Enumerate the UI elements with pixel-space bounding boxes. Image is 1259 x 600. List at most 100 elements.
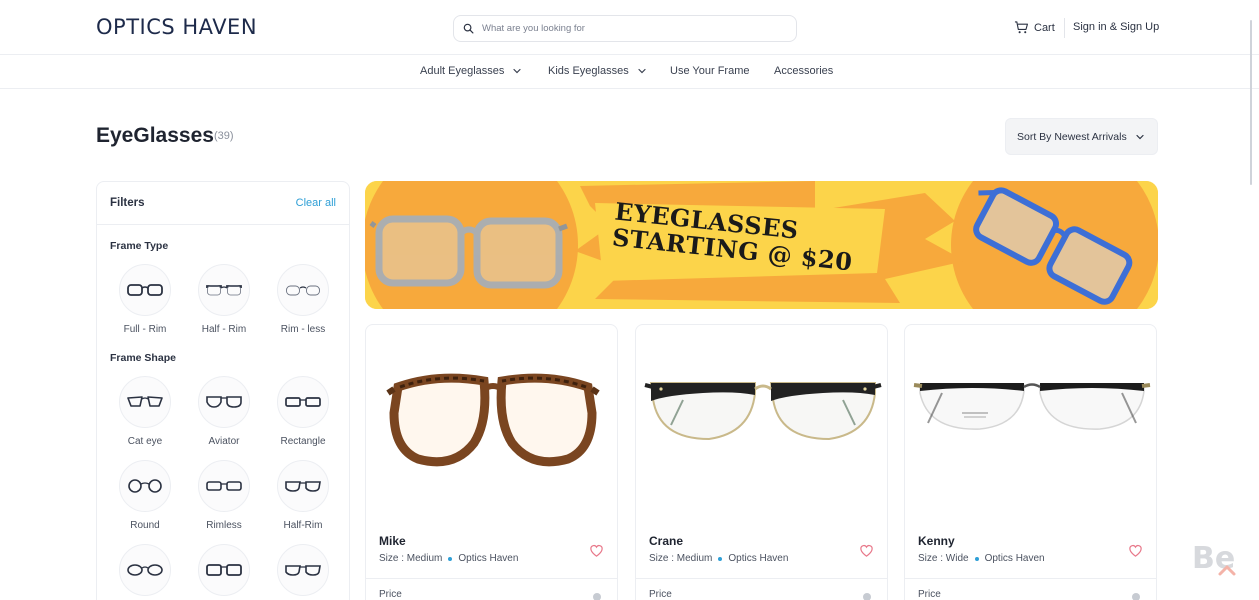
product-brand: Optics Haven <box>728 553 789 564</box>
frame-shape-title: Frame Shape <box>110 352 176 364</box>
frame-icon-container <box>119 264 171 316</box>
product-size: Size : Medium <box>649 553 713 564</box>
filter-option-more-3[interactable] <box>268 544 338 596</box>
clear-all-link[interactable]: Clear all <box>296 197 336 209</box>
frame-icon-container <box>198 376 250 428</box>
product-card[interactable]: Crane Size : Medium Optics Haven Price <box>635 324 888 600</box>
product-card[interactable]: Mike Size : Medium Optics Haven Price <box>365 324 618 600</box>
search-input[interactable] <box>482 23 782 34</box>
frame-icon-container <box>277 460 329 512</box>
page-scrollbar[interactable] <box>1250 20 1252 185</box>
chevron-down-icon <box>638 68 646 74</box>
product-meta: Size : Wide Optics Haven <box>918 553 1045 564</box>
signin-link[interactable]: Sign in & Sign Up <box>1073 21 1159 33</box>
sort-dropdown[interactable]: Sort By Newest Arrivals <box>1005 118 1158 155</box>
filters-title: Filters <box>110 197 145 209</box>
filter-option-label: Rimless <box>206 520 242 531</box>
chevron-down-icon <box>1136 134 1144 139</box>
filter-option-full-rim[interactable]: Full - Rim <box>110 264 180 335</box>
frame-icon-container <box>119 376 171 428</box>
frame-icon-container <box>119 544 171 596</box>
frame-icon-container <box>119 460 171 512</box>
rimless-frame-icon <box>286 285 320 296</box>
nav-item-label: Kids Eyeglasses <box>548 65 629 77</box>
product-image[interactable] <box>636 325 887 515</box>
filter-option-label: Cat eye <box>127 436 163 447</box>
oval-frame-icon <box>127 564 163 576</box>
filter-option-label: Half - Rim <box>201 324 247 335</box>
cart-label: Cart <box>1034 21 1055 34</box>
main-nav: Adult Eyeglasses Kids Eyeglasses Use You… <box>0 55 1259 89</box>
sort-label: Sort By Newest Arrivals <box>1017 130 1127 143</box>
cart-button[interactable]: Cart <box>1014 20 1055 35</box>
half-rim-glasses-image <box>913 383 1150 430</box>
price-label: Price <box>918 589 941 600</box>
filter-option-half-rim-shape[interactable]: Half-Rim <box>268 460 338 531</box>
product-name[interactable]: Mike <box>379 534 406 548</box>
price-info-icon <box>1132 593 1140 600</box>
page-title: EyeGlasses <box>96 124 214 147</box>
product-name[interactable]: Crane <box>649 534 683 548</box>
product-brand: Optics Haven <box>984 553 1045 564</box>
frame-icon-container <box>198 544 250 596</box>
separator-dot <box>448 556 453 561</box>
cat-eye-frame-icon <box>127 396 163 407</box>
nav-item-label: Accessories <box>774 65 834 77</box>
heart-icon[interactable] <box>1128 543 1143 558</box>
frame-icon-container <box>198 460 250 512</box>
price-info-icon <box>863 593 871 600</box>
half-rim-frame-icon <box>206 285 242 296</box>
separator-dot <box>974 556 979 561</box>
heart-icon[interactable] <box>589 543 604 558</box>
square-frame-icon <box>206 564 242 576</box>
price-label: Price <box>649 589 672 600</box>
filter-option-label: Half-Rim <box>283 520 323 531</box>
filter-option-rimless[interactable]: Rim - less <box>268 264 338 335</box>
product-count: (39) <box>214 130 234 142</box>
product-size: Size : Wide <box>918 553 969 564</box>
card-divider <box>366 578 617 579</box>
half-rim-shape-frame-icon <box>285 481 321 492</box>
separator-dot <box>718 556 723 561</box>
nav-item-label: Adult Eyeglasses <box>420 65 505 77</box>
round-frame-icon <box>128 479 162 493</box>
cart-icon <box>1014 21 1028 34</box>
product-brand: Optics Haven <box>458 553 519 564</box>
filter-option-rimless-shape[interactable]: Rimless <box>189 460 259 531</box>
product-image[interactable] <box>905 325 1156 515</box>
behance-watermark-logo: Be <box>1192 541 1236 576</box>
nav-item-accessories[interactable]: Accessories <box>774 65 833 77</box>
frame-icon-container <box>277 376 329 428</box>
search-bar[interactable] <box>453 15 797 42</box>
search-icon <box>463 23 474 34</box>
frame-icon-container <box>198 264 250 316</box>
site-logo[interactable]: OPTICS HAVEN <box>96 15 257 39</box>
filter-option-half-rim[interactable]: Half - Rim <box>189 264 259 335</box>
filter-option-label: Rectangle <box>280 436 326 447</box>
filter-option-round[interactable]: Round <box>110 460 180 531</box>
filter-option-rectangle[interactable]: Rectangle <box>268 376 338 447</box>
nav-item-use-your-frame[interactable]: Use Your Frame <box>670 65 749 77</box>
filter-option-aviator[interactable]: Aviator <box>189 376 259 447</box>
filter-option-more-1[interactable] <box>110 544 180 596</box>
product-card[interactable]: Kenny Size : Wide Optics Haven Price <box>904 324 1157 600</box>
frame-type-title: Frame Type <box>110 240 169 252</box>
nav-item-label: Use Your Frame <box>670 65 750 77</box>
product-image[interactable] <box>366 325 617 515</box>
aviator-frame-icon <box>206 396 242 408</box>
filter-option-label: Full - Rim <box>123 324 167 335</box>
filter-option-more-2[interactable] <box>189 544 259 596</box>
browline-frame-icon <box>285 565 321 576</box>
nav-item-adult-eyeglasses[interactable]: Adult Eyeglasses <box>420 65 522 77</box>
product-name[interactable]: Kenny <box>918 534 955 548</box>
header-divider <box>1064 18 1065 38</box>
nav-item-kids-eyeglasses[interactable]: Kids Eyeglasses <box>548 65 647 77</box>
product-size: Size : Medium <box>379 553 443 564</box>
promo-banner[interactable]: EYEGLASSES STARTING @ $20 <box>365 181 1158 309</box>
card-divider <box>636 578 887 579</box>
frame-icon-container <box>277 264 329 316</box>
filter-option-cat-eye[interactable]: Cat eye <box>110 376 180 447</box>
filter-option-label: Round <box>130 520 160 531</box>
heart-icon[interactable] <box>859 543 874 558</box>
rimless-shape-frame-icon <box>206 481 242 491</box>
